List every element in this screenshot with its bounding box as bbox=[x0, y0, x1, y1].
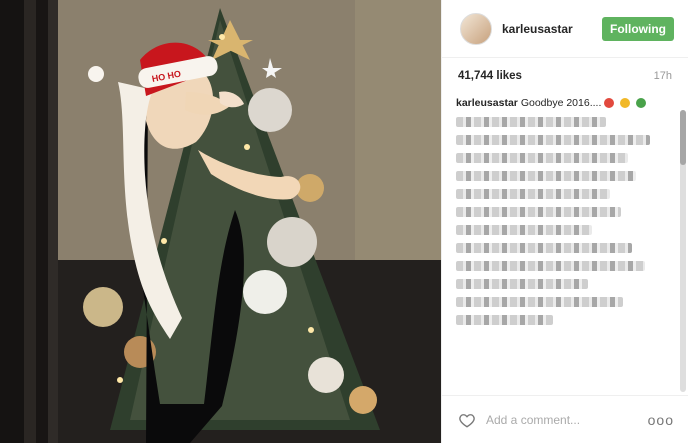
comment-composer: Add a comment... ooo bbox=[442, 395, 688, 443]
instagram-post-window: HO HO karleusastar Following 41,744 like… bbox=[0, 0, 688, 443]
likes-count[interactable]: 41,744 likes bbox=[458, 70, 522, 82]
username-link[interactable]: karleusastar bbox=[502, 22, 602, 36]
blurred-comment-12 bbox=[456, 315, 553, 325]
comments-list[interactable]: karleusastar Goodbye 2016.... bbox=[456, 96, 676, 396]
blurred-comment-3 bbox=[456, 153, 628, 163]
caption: karleusastar Goodbye 2016.... bbox=[456, 96, 676, 111]
heart-icon[interactable] bbox=[458, 411, 476, 429]
blurred-comment-8 bbox=[456, 243, 632, 253]
post-header: karleusastar Following bbox=[442, 0, 688, 58]
blurred-comment-2 bbox=[456, 135, 650, 145]
christmas-photo-illustration: HO HO bbox=[0, 0, 441, 443]
tree-emoji-icon bbox=[636, 98, 647, 109]
blurred-comment-4 bbox=[456, 171, 637, 181]
more-options-icon[interactable]: ooo bbox=[648, 412, 674, 428]
blurred-comment-10 bbox=[456, 279, 588, 289]
following-button[interactable]: Following bbox=[602, 16, 674, 41]
post-photo[interactable]: HO HO bbox=[0, 0, 441, 443]
add-comment-input[interactable]: Add a comment... bbox=[486, 413, 648, 427]
avatar[interactable] bbox=[460, 12, 492, 45]
blurred-comment-5 bbox=[456, 189, 610, 199]
post-stats: 41,744 likes 17h bbox=[442, 58, 688, 90]
blurred-comment-7 bbox=[456, 225, 593, 235]
comments-scrollbar-thumb[interactable] bbox=[680, 110, 686, 165]
blurred-comment-1 bbox=[456, 117, 606, 127]
caption-text: Goodbye 2016.... bbox=[520, 97, 602, 109]
caption-username[interactable]: karleusastar bbox=[456, 97, 518, 109]
santa-emoji-icon bbox=[604, 98, 615, 109]
post-sidebar: karleusastar Following 41,744 likes 17h … bbox=[441, 0, 688, 443]
blurred-comment-9 bbox=[456, 261, 646, 271]
post-time[interactable]: 17h bbox=[654, 70, 672, 82]
face-emoji-icon bbox=[620, 98, 631, 109]
blurred-comment-6 bbox=[456, 207, 621, 217]
blurred-comment-11 bbox=[456, 297, 624, 307]
